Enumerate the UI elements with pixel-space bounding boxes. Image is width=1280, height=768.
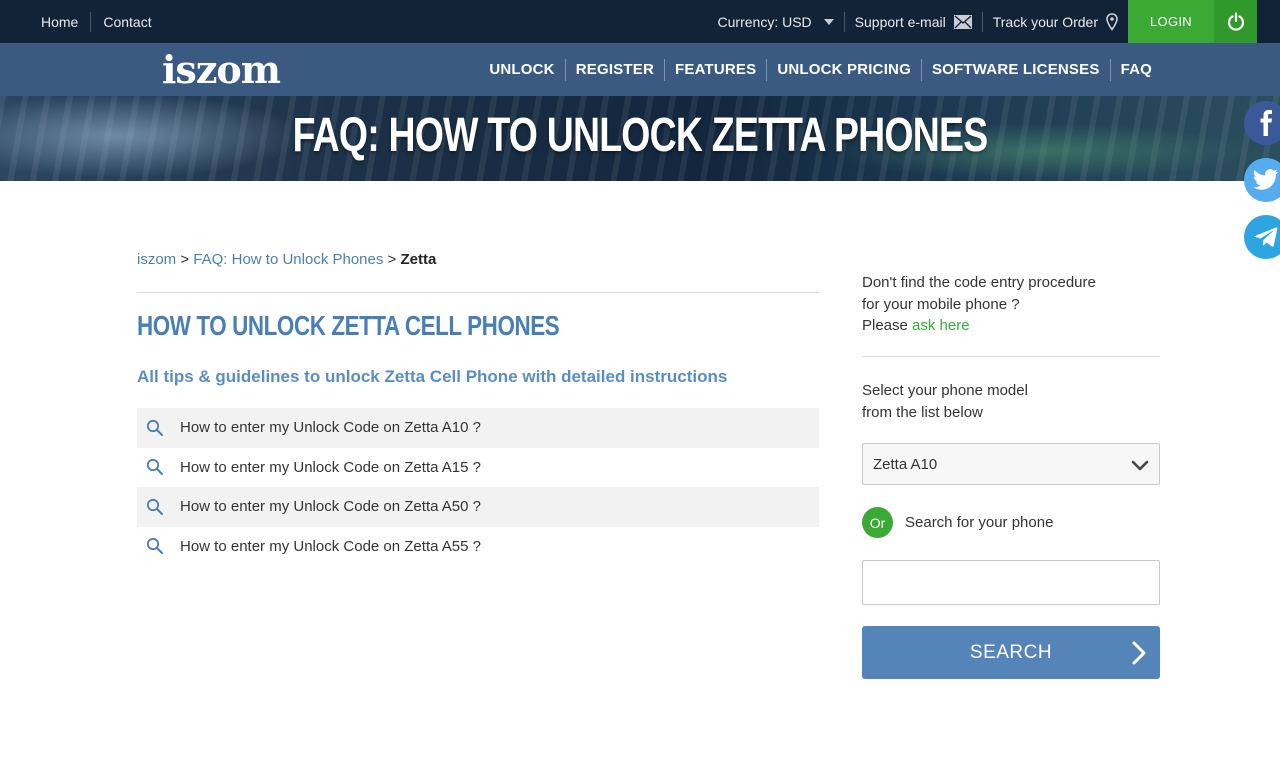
faq-list: How to enter my Unlock Code on Zetta A10… <box>137 408 819 566</box>
currency-label: Currency: USD <box>717 13 812 30</box>
envelope-icon <box>953 14 972 29</box>
telegram-icon <box>1254 227 1278 247</box>
track-order-link[interactable]: Track your Order <box>981 11 1128 32</box>
search-icon <box>143 534 167 558</box>
selected-model: Zetta A10 <box>873 455 938 473</box>
menu-unlock-pricing[interactable]: UNLOCK PRICING <box>766 58 921 81</box>
search-icon <box>143 416 167 440</box>
power-button[interactable] <box>1214 0 1257 43</box>
track-label: Track your Order <box>992 13 1098 30</box>
telegram-button[interactable] <box>1244 215 1280 259</box>
faq-item[interactable]: How to enter my Unlock Code on Zetta A50… <box>137 487 819 527</box>
help-line: Please ask here <box>862 315 1096 337</box>
breadcrumb: iszom > FAQ: How to Unlock Phones > Zett… <box>137 251 436 268</box>
site-logo[interactable]: iszom <box>162 43 281 96</box>
search-icon <box>143 455 167 479</box>
power-icon <box>1227 11 1244 31</box>
or-badge: Or <box>862 507 893 538</box>
breadcrumb-current: Zetta <box>400 251 437 268</box>
search-prompt: Search for your phone <box>905 514 1054 531</box>
help-line: for your mobile phone ? <box>862 295 1020 313</box>
menu-features[interactable]: FEATURES <box>664 58 766 81</box>
top-bar: Home Contact Currency: USD Support e-mai… <box>0 0 1280 43</box>
home-link[interactable]: Home <box>29 12 90 32</box>
divider <box>137 292 819 293</box>
search-button[interactable]: SEARCH <box>862 626 1160 679</box>
phone-model-select[interactable]: Zetta A10 <box>862 443 1160 485</box>
main-menu: UNLOCK REGISTER FEATURES UNLOCK PRICING … <box>479 43 1162 96</box>
banner-title: FAQ: HOW TO UNLOCK ZETTA PHONES <box>292 109 989 162</box>
help-text: Don't find the code entry procedure for … <box>862 272 1096 337</box>
search-icon <box>143 495 167 519</box>
chevron-right-icon <box>1132 641 1146 665</box>
support-label: Support e-mail <box>854 13 946 30</box>
top-utilities: Currency: USD Support e-mail Track your … <box>708 0 1128 43</box>
help-line: Don't find the code entry procedure <box>862 274 1096 291</box>
faq-item-label: How to enter my Unlock Code on Zetta A55… <box>180 537 481 555</box>
breadcrumb-separator: > <box>383 251 401 268</box>
map-pin-icon <box>1106 12 1118 31</box>
breadcrumb-home[interactable]: iszom <box>137 251 176 268</box>
menu-register[interactable]: REGISTER <box>564 58 664 81</box>
select-prompt-line: from the list below <box>862 403 983 421</box>
help-please: Please <box>862 317 913 334</box>
login-button[interactable]: LOGIN <box>1128 0 1214 43</box>
faq-item[interactable]: How to enter my Unlock Code on Zetta A10… <box>137 408 819 448</box>
currency-selector[interactable]: Currency: USD <box>708 12 844 32</box>
main-navbar: iszom UNLOCK REGISTER FEATURES UNLOCK PR… <box>0 43 1280 96</box>
twitter-icon <box>1253 169 1278 190</box>
chevron-down-icon <box>1131 460 1149 471</box>
breadcrumb-faq[interactable]: FAQ: How to Unlock Phones <box>193 251 383 268</box>
faq-item-label: How to enter my Unlock Code on Zetta A10… <box>180 419 481 437</box>
faq-item[interactable]: How to enter my Unlock Code on Zetta A55… <box>137 527 819 567</box>
support-email-link[interactable]: Support e-mail <box>843 11 982 32</box>
faq-item-label: How to enter my Unlock Code on Zetta A50… <box>180 498 481 516</box>
hero-banner: FAQ: HOW TO UNLOCK ZETTA PHONES <box>0 96 1280 181</box>
facebook-icon <box>1260 110 1272 136</box>
caret-down-icon <box>823 18 834 25</box>
page-title: HOW TO UNLOCK ZETTA CELL PHONES <box>137 310 560 341</box>
divider <box>862 356 1160 357</box>
breadcrumb-separator: > <box>176 251 194 268</box>
search-button-label: SEARCH <box>969 641 1053 663</box>
ask-here-link[interactable]: ask here <box>912 317 970 334</box>
menu-software-licenses[interactable]: SOFTWARE LICENSES <box>920 58 1110 81</box>
twitter-button[interactable] <box>1244 158 1280 202</box>
faq-item-label: How to enter my Unlock Code on Zetta A15… <box>180 458 481 476</box>
faq-item[interactable]: How to enter my Unlock Code on Zetta A15… <box>137 448 819 488</box>
menu-unlock[interactable]: UNLOCK <box>479 59 564 81</box>
facebook-button[interactable] <box>1244 101 1280 145</box>
select-prompt: Select your phone model from the list be… <box>862 380 1028 423</box>
menu-faq[interactable]: FAQ <box>1109 58 1162 81</box>
select-prompt-line: Select your phone model <box>862 382 1028 399</box>
phone-search-input[interactable] <box>862 560 1160 605</box>
page-subtitle: All tips & guidelines to unlock Zetta Ce… <box>137 367 728 386</box>
top-links: Home Contact <box>29 0 164 43</box>
contact-link[interactable]: Contact <box>90 11 163 32</box>
